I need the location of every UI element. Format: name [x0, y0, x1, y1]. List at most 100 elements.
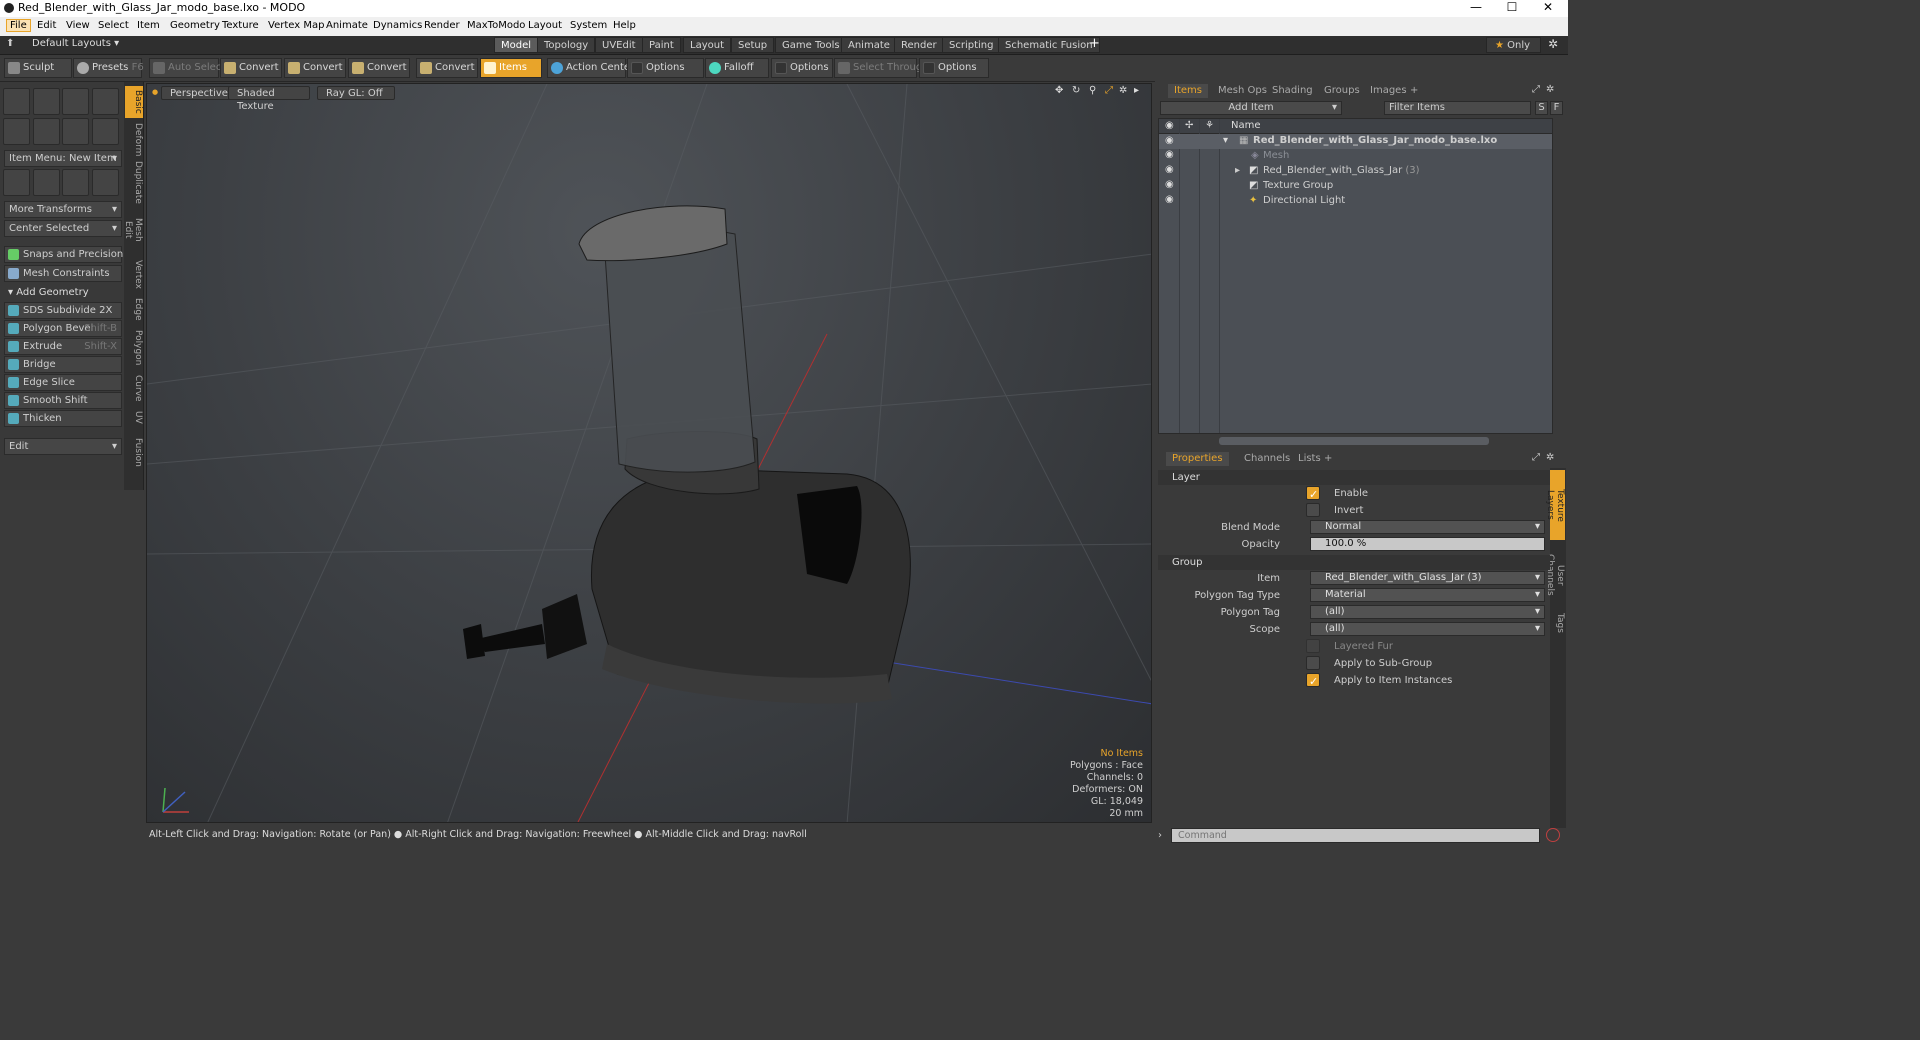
- menu-texture[interactable]: Texture: [222, 20, 259, 31]
- tab-channels[interactable]: Channels: [1238, 452, 1296, 466]
- close-button[interactable]: ✕: [1530, 0, 1566, 17]
- tab-layout[interactable]: Layout: [683, 37, 731, 53]
- tab-setup[interactable]: Setup: [731, 37, 775, 53]
- apply-sub-group-checkbox[interactable]: [1306, 656, 1320, 670]
- tab-topology[interactable]: Topology: [537, 37, 596, 53]
- tab-mesh-ops[interactable]: Mesh Ops: [1212, 84, 1273, 98]
- tab-animate[interactable]: Animate: [841, 37, 897, 53]
- layer-section-header[interactable]: Layer: [1158, 470, 1550, 485]
- menu-vertex-map[interactable]: Vertex Map: [268, 20, 324, 31]
- collapse-arrow-icon[interactable]: ▸: [1235, 165, 1240, 176]
- text-icon[interactable]: [92, 118, 119, 145]
- blend-mode-select[interactable]: Normal: [1310, 520, 1545, 534]
- add-panel-tab-button[interactable]: +: [1404, 84, 1424, 98]
- default-layouts-dropdown[interactable]: Default Layouts ▾: [32, 38, 119, 49]
- sculpt-button[interactable]: Sculpt: [4, 58, 72, 78]
- panel-gear-icon[interactable]: ✲: [1546, 84, 1554, 95]
- vtab-basic[interactable]: Basic: [125, 86, 143, 118]
- vtab-curve[interactable]: Curve: [125, 372, 143, 402]
- properties-expand-icon[interactable]: ⤢: [1532, 452, 1540, 463]
- item-row-scene[interactable]: Red_Blender_with_Glass_Jar_modo_base.lxo: [1253, 135, 1497, 146]
- vtab-deform[interactable]: Deform: [125, 120, 143, 156]
- convert-items-button[interactable]: Convert: [416, 58, 478, 78]
- move-view-icon[interactable]: ✥: [1055, 85, 1063, 96]
- auto-select-button[interactable]: Auto Select: [149, 58, 225, 78]
- select-through-button[interactable]: Select Through: [834, 58, 929, 78]
- 3d-viewport[interactable]: ● Perspective Shaded Texture Ray GL: Off…: [146, 83, 1152, 823]
- cube-icon[interactable]: [3, 88, 30, 115]
- view-settings-icon[interactable]: ✲: [1119, 85, 1127, 96]
- tool-polygon-bevel[interactable]: Polygon Bevel Shift-B: [4, 320, 122, 337]
- maximize-button[interactable]: ☐: [1494, 0, 1530, 17]
- pen-icon[interactable]: [62, 118, 89, 145]
- transform-icon[interactable]: [3, 169, 30, 196]
- edit-dropdown[interactable]: Edit: [4, 438, 122, 455]
- add-item-dropdown[interactable]: Add Item ▾: [1160, 101, 1342, 115]
- raygl-button[interactable]: Ray GL: Off: [317, 86, 395, 100]
- expand-arrow-icon[interactable]: ▾: [1223, 135, 1228, 146]
- tab-uvedit[interactable]: UVEdit: [595, 37, 643, 53]
- torus-icon[interactable]: [3, 118, 30, 145]
- tab-game-tools[interactable]: Game Tools: [775, 37, 847, 53]
- item-select[interactable]: Red_Blender_with_Glass_Jar (3): [1310, 571, 1545, 585]
- menu-dynamics[interactable]: Dynamics: [373, 20, 422, 31]
- command-record-icon[interactable]: [1546, 828, 1560, 842]
- menu-select[interactable]: Select: [98, 20, 129, 31]
- menu-file[interactable]: File: [6, 19, 31, 32]
- menu-system[interactable]: System: [570, 20, 607, 31]
- tab-groups[interactable]: Groups: [1318, 84, 1366, 98]
- convert-polygons-button[interactable]: Convert: [348, 58, 410, 78]
- capsule-icon[interactable]: [33, 118, 60, 145]
- tool-bridge[interactable]: Bridge: [4, 356, 122, 373]
- menu-edit[interactable]: Edit: [37, 20, 56, 31]
- menu-animate[interactable]: Animate: [326, 20, 368, 31]
- invert-checkbox[interactable]: [1306, 503, 1320, 517]
- layered-fur-checkbox[interactable]: [1306, 639, 1320, 653]
- menu-maxtomodo[interactable]: MaxToModo: [467, 20, 525, 31]
- item-menu-dropdown[interactable]: Item Menu: New Item: [4, 150, 122, 167]
- items-mode-button[interactable]: Items: [480, 58, 542, 78]
- tool-thicken[interactable]: Thicken: [4, 410, 122, 427]
- grid-icon[interactable]: [33, 169, 60, 196]
- eye-icon[interactable]: ◉: [1165, 164, 1174, 175]
- vtab-user-channels[interactable]: User Channels: [1545, 544, 1565, 606]
- filter-f-button[interactable]: F: [1550, 101, 1563, 115]
- items-hscrollbar[interactable]: [1219, 437, 1489, 445]
- vtab-vertex[interactable]: Vertex: [125, 257, 143, 291]
- menu-render[interactable]: Render: [424, 20, 460, 31]
- menu-geometry[interactable]: Geometry: [170, 20, 220, 31]
- tab-items[interactable]: Items: [1168, 84, 1208, 98]
- tab-schematic-fusion[interactable]: Schematic Fusion: [998, 37, 1100, 53]
- vtab-duplicate[interactable]: Duplicate: [125, 158, 143, 204]
- falloff-options-button[interactable]: Options: [771, 58, 833, 78]
- eye-icon[interactable]: ◉: [1165, 179, 1174, 190]
- filter-s-button[interactable]: S: [1535, 101, 1548, 115]
- plane-icon[interactable]: [92, 169, 119, 196]
- tool-edge-slice[interactable]: Edge Slice: [4, 374, 122, 391]
- menu-layout[interactable]: Layout: [528, 20, 562, 31]
- cone-icon[interactable]: [92, 88, 119, 115]
- vtab-texture-layers[interactable]: Texture Layers: [1545, 470, 1565, 540]
- perspective-button[interactable]: Perspective: [161, 86, 234, 100]
- shading-button[interactable]: Shaded Texture: [228, 86, 310, 112]
- command-input[interactable]: [1171, 828, 1540, 843]
- zoom-view-icon[interactable]: ⚲: [1089, 85, 1096, 96]
- more-transforms-dropdown[interactable]: More Transforms: [4, 201, 122, 218]
- item-row-directional-light[interactable]: Directional Light: [1263, 195, 1345, 206]
- viewport-expand-icon[interactable]: ▸: [1134, 85, 1139, 96]
- vtab-polygon[interactable]: Polygon: [125, 327, 143, 369]
- group-section-header[interactable]: Group: [1158, 555, 1550, 570]
- tab-render[interactable]: Render: [894, 37, 944, 53]
- convert-vertices-button[interactable]: Convert: [220, 58, 282, 78]
- properties-gear-icon[interactable]: ✲: [1546, 452, 1554, 463]
- cylinder-icon[interactable]: [62, 88, 89, 115]
- eye-icon[interactable]: ◉: [1165, 194, 1174, 205]
- tab-scripting[interactable]: Scripting: [942, 37, 1001, 53]
- tab-shading[interactable]: Shading: [1266, 84, 1319, 98]
- eye-icon[interactable]: ◉: [1165, 135, 1174, 146]
- filter-items-input[interactable]: Filter Items: [1384, 101, 1531, 115]
- tab-paint[interactable]: Paint: [642, 37, 681, 53]
- globe-icon[interactable]: [62, 169, 89, 196]
- convert-edges-button[interactable]: Convert: [284, 58, 346, 78]
- vtab-mesh-edit[interactable]: Mesh Edit: [123, 207, 143, 253]
